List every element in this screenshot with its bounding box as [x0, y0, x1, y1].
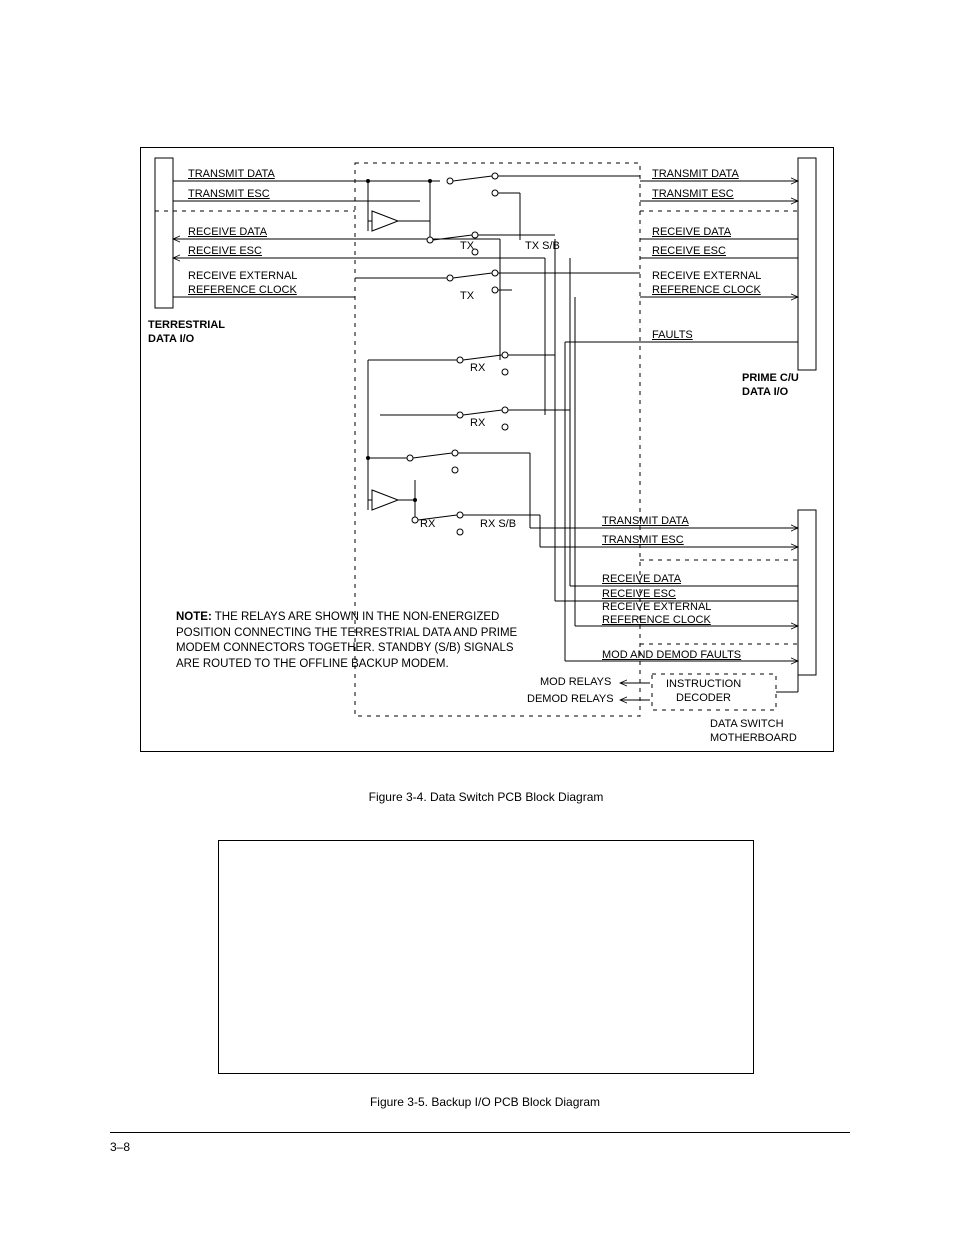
- terr-ext-ref-l2: REFERENCE CLOCK: [188, 284, 297, 297]
- dec-instruction: INSTRUCTION: [666, 678, 741, 691]
- backup-ext-ref-l2: REFERENCE CLOCK: [602, 614, 711, 627]
- footer-rule: [110, 1132, 850, 1133]
- backup-transmit-data: TRANSMIT DATA: [602, 515, 689, 528]
- note-label: NOTE:: [176, 611, 212, 623]
- relay-rx2: RX: [470, 417, 485, 430]
- prime-title-l1: PRIME C/U: [742, 372, 799, 385]
- dec-demod-relays: DEMOD RELAYS: [527, 693, 614, 706]
- note-text: THE RELAYS ARE SHOWN IN THE NON-ENERGIZE…: [176, 611, 517, 670]
- fig-bot-caption: Figure 3-5. Backup I/O PCB Block Diagram: [218, 1095, 752, 1109]
- terr-title-l1: TERRESTRIAL: [148, 319, 225, 332]
- prime-receive-esc: RECEIVE ESC: [652, 245, 726, 258]
- relay-rx1: RX: [470, 362, 485, 375]
- prime-transmit-data: TRANSMIT DATA: [652, 168, 739, 181]
- prime-ext-ref-l2: REFERENCE CLOCK: [652, 284, 761, 297]
- terr-transmit-esc: TRANSMIT ESC: [188, 188, 270, 201]
- board-label-l1: DATA SWITCH: [710, 718, 784, 731]
- prime-faults: FAULTS: [652, 329, 693, 342]
- prime-title-l2: DATA I/O: [742, 386, 788, 399]
- relay-tx-sb: TX S/B: [525, 240, 560, 253]
- prime-ext-ref-l1: RECEIVE EXTERNAL: [652, 270, 761, 283]
- note-block: NOTE: THE RELAYS ARE SHOWN IN THE NON-EN…: [176, 610, 526, 672]
- prime-receive-data: RECEIVE DATA: [652, 226, 731, 239]
- backup-ext-ref-l1: RECEIVE EXTERNAL: [602, 601, 711, 614]
- fig-top-caption: Figure 3-4. Data Switch PCB Block Diagra…: [140, 790, 832, 804]
- terr-title-l2: DATA I/O: [148, 333, 194, 346]
- backup-receive-esc: RECEIVE ESC: [602, 588, 676, 601]
- backup-transmit-esc: TRANSMIT ESC: [602, 534, 684, 547]
- backup-receive-data: RECEIVE DATA: [602, 573, 681, 586]
- relay-rx3: RX: [420, 518, 435, 531]
- dec-decoder: DECODER: [676, 692, 731, 705]
- dec-mod-relays: MOD RELAYS: [540, 676, 611, 689]
- terr-ext-ref-l1: RECEIVE EXTERNAL: [188, 270, 297, 283]
- prime-transmit-esc: TRANSMIT ESC: [652, 188, 734, 201]
- terr-receive-esc: RECEIVE ESC: [188, 245, 262, 258]
- fig-bot-outer: [218, 840, 754, 1074]
- relay-tx1: TX: [460, 240, 474, 253]
- terr-transmit-data: TRANSMIT DATA: [188, 168, 275, 181]
- footer-left: 3–8: [110, 1140, 130, 1154]
- board-label-l2: MOTHERBOARD: [710, 732, 797, 745]
- page: TRANSMIT DATA TRANSMIT ESC RECEIVE DATA …: [0, 0, 954, 1235]
- terr-receive-data: RECEIVE DATA: [188, 226, 267, 239]
- relay-tx2: TX: [460, 290, 474, 303]
- backup-faults: MOD AND DEMOD FAULTS: [602, 649, 741, 662]
- relay-rx-sb: RX S/B: [480, 518, 516, 531]
